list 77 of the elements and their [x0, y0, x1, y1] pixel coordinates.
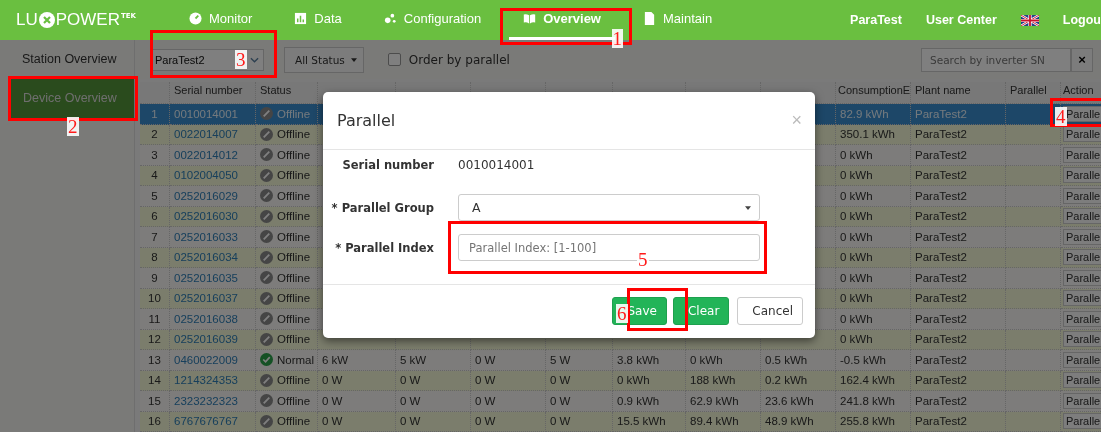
table-cell: 0 W [546, 411, 613, 432]
field-label: * Parallel Index [334, 240, 434, 255]
table-cell: 0.5 kWh [761, 350, 836, 371]
table-cell: 3.8 kWh [613, 350, 686, 371]
field-label: * Parallel Group [330, 200, 434, 215]
status-text: Offline [277, 292, 311, 305]
table-cell: 6 kW [318, 350, 396, 371]
status-text: Offline [277, 169, 311, 182]
table-cell: ParaTest2 [911, 145, 1006, 166]
annotation-number: 3 [235, 50, 247, 69]
status-text: Offline [277, 210, 311, 223]
status-text: Offline [277, 415, 311, 428]
status-text: Offline [277, 271, 311, 284]
row-number: 7 [140, 227, 170, 248]
table-cell: 0 W [318, 411, 396, 432]
table-cell: 0 W [546, 391, 613, 412]
table-cell: ParaTest2 [911, 186, 1006, 207]
logo-text: POWER [55, 10, 120, 30]
table-cell: 0 W [396, 411, 471, 432]
status-text: Offline [277, 230, 311, 243]
annotation-number: 5 [637, 250, 649, 269]
table-cell: 48.9 kWh [761, 411, 836, 432]
status-text: Offline [277, 251, 311, 264]
row-number: 3 [140, 145, 170, 166]
field-label: Serial number [341, 158, 434, 172]
table-cell: -0.5 kWh [836, 350, 911, 371]
status-text: Offline [277, 374, 311, 387]
row-number: 16 [140, 411, 170, 432]
table-cell: 0 kWh [836, 227, 911, 248]
status-text: Normal [277, 353, 315, 366]
row-number: 11 [140, 309, 170, 330]
row-number: 13 [140, 350, 170, 371]
serial-value: 0010014001 [458, 158, 535, 172]
annotation-number: 6 [616, 304, 628, 323]
table-cell: 15.5 kWh [613, 411, 686, 432]
table-cell: 0 W [318, 391, 396, 412]
table-cell: 5 W [546, 350, 613, 371]
table-cell: 0 kWh [836, 309, 911, 330]
status-text: Offline [277, 148, 311, 161]
annotation-number: 4 [1055, 107, 1067, 126]
table-cell: 82.9 kWh [836, 104, 911, 125]
status-text: Offline [277, 312, 311, 325]
row-number: 1 [140, 104, 170, 125]
table-cell: 0.9 kWh [613, 391, 686, 412]
table-cell: 5 kW [396, 350, 471, 371]
table-cell: ParaTest2 [911, 104, 1006, 125]
table-cell: 0 W [471, 391, 546, 412]
table-cell: 0 kWh [686, 350, 761, 371]
row-number: 5 [140, 186, 170, 207]
table-cell: 241.8 kWh [836, 391, 911, 412]
dialog-title: Parallel [337, 111, 396, 130]
table-cell: ParaTest2 [911, 350, 1006, 371]
table-cell: ParaTest2 [911, 411, 1006, 432]
table-cell: 0 kWh [836, 186, 911, 207]
table-cell: ParaTest2 [911, 227, 1006, 248]
checkbox-label: Order by parallel [408, 52, 510, 67]
status-text: Offline [277, 128, 311, 141]
table-cell: 0 W [471, 411, 546, 432]
row-number: 15 [140, 391, 170, 412]
row-number: 9 [140, 268, 170, 289]
table-cell: 255.8 kWh [836, 411, 911, 432]
table-cell: 0 W [471, 350, 546, 371]
status-text: Offline [277, 394, 311, 407]
annotation-number: 2 [67, 117, 79, 136]
table-cell: 89.4 kWh [686, 411, 761, 432]
table-cell: 0 kWh [836, 268, 911, 289]
status-text: Offline [277, 189, 311, 202]
status-text: Offline [277, 333, 311, 346]
logo-text: LU [16, 10, 38, 30]
table-cell: ParaTest2 [911, 268, 1006, 289]
table-cell: 23.6 kWh [761, 391, 836, 412]
table-cell: ParaTest2 [911, 391, 1006, 412]
table-cell: 62.9 kWh [686, 391, 761, 412]
status-text: Offline [277, 107, 311, 120]
table-cell: 0 W [396, 391, 471, 412]
table-cell: ParaTest2 [911, 309, 1006, 330]
table-cell: 0 kWh [836, 145, 911, 166]
